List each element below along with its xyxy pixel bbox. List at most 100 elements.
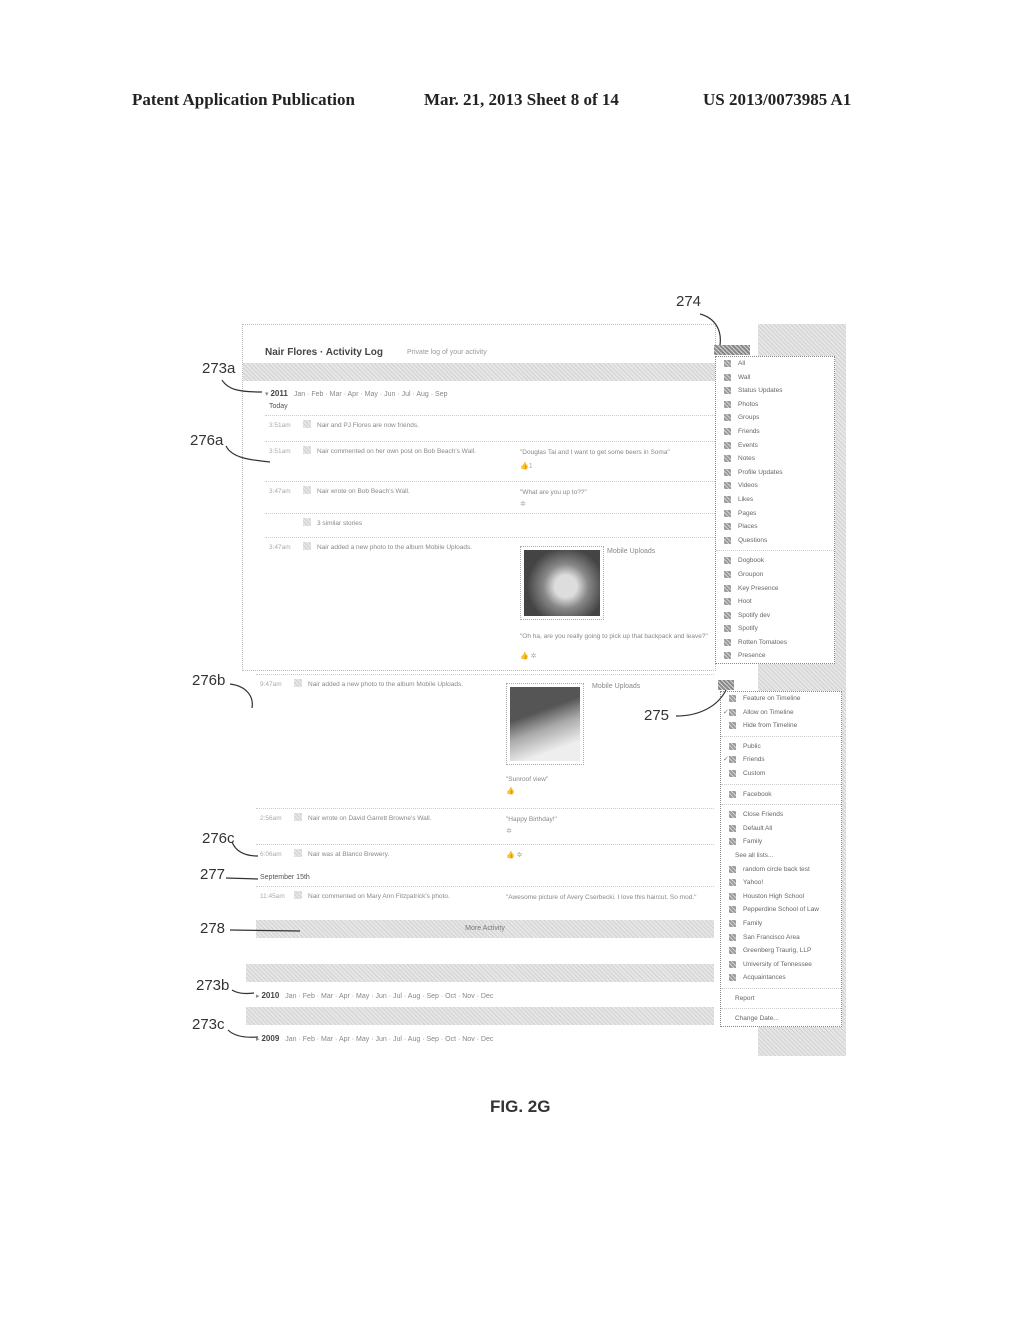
year-2011-nav[interactable]: ▾ 2011 Jan · Feb · Mar · Apr · May · Jun … bbox=[265, 389, 448, 398]
menu-item-label: Allow on Timeline bbox=[743, 708, 794, 716]
random-circle-back-test-icon bbox=[729, 865, 736, 873]
menu-item-custom[interactable]: Custom bbox=[721, 767, 841, 781]
menu-item-san-francisco-area[interactable]: San Francisco Area bbox=[721, 931, 841, 945]
menu-item-label: Spotify dev bbox=[738, 611, 771, 619]
year-2010-months[interactable]: Jan · Feb · Mar · Apr · May · Jun · Jul … bbox=[285, 993, 493, 1000]
menu-item-events[interactable]: Events bbox=[716, 439, 834, 453]
menu-item-university-of-tennessee[interactable]: University of Tennessee bbox=[721, 958, 841, 972]
menu-item-status-updates[interactable]: Status Updates bbox=[716, 384, 834, 398]
menu-item-pepperdine-school-of-law[interactable]: Pepperdine School of Law bbox=[721, 903, 841, 917]
year-2011-months[interactable]: Jan · Feb · Mar · Apr · May · Jun · Jul … bbox=[294, 391, 448, 398]
menu-item-videos[interactable]: Videos bbox=[716, 479, 834, 493]
publication-date-sheet: Mar. 21, 2013 Sheet 8 of 14 bbox=[424, 90, 619, 109]
menu-item-all[interactable]: All bbox=[716, 357, 834, 371]
menu-item-questions[interactable]: Questions bbox=[716, 534, 834, 548]
menu-item-dogbook[interactable]: Dogbook bbox=[716, 554, 834, 568]
photo-album-title[interactable]: Mobile Uploads bbox=[592, 683, 640, 690]
photo-icon bbox=[294, 679, 302, 687]
menu-item-spotify[interactable]: Spotify bbox=[716, 622, 834, 636]
menu-item-groupon[interactable]: Groupon bbox=[716, 568, 834, 582]
year-2009-months[interactable]: Jan · Feb · Mar · Apr · May · Jun · Jul … bbox=[285, 1036, 493, 1043]
menu-item-hoot[interactable]: Hoot bbox=[716, 595, 834, 609]
section-divider bbox=[246, 964, 714, 982]
similar-stories-link[interactable]: 3 similar stories bbox=[317, 520, 362, 527]
row-text[interactable]: Nair wrote on David Garrett Browne's Wal… bbox=[308, 815, 431, 822]
spotify-icon bbox=[724, 625, 731, 633]
stack-icon bbox=[303, 518, 311, 526]
menu-item-feature-on-timeline[interactable]: Feature on Timeline bbox=[721, 692, 841, 706]
menu-item-family[interactable]: Family bbox=[721, 917, 841, 931]
menu-item-default-all[interactable]: Default All bbox=[721, 822, 841, 836]
events-icon bbox=[724, 441, 731, 449]
row-text[interactable]: Nair was at Blanco Brewery. bbox=[308, 851, 389, 858]
menu-item-facebook[interactable]: Facebook bbox=[721, 788, 841, 802]
menu-item-key-presence[interactable]: Key Presence bbox=[716, 582, 834, 596]
filter-menu-trigger[interactable] bbox=[714, 345, 750, 355]
menu-item-acquaintances[interactable]: Acquaintances bbox=[721, 971, 841, 985]
notes-icon bbox=[724, 455, 731, 463]
menu-item-groups[interactable]: Groups bbox=[716, 411, 834, 425]
menu-item-notes[interactable]: Notes bbox=[716, 452, 834, 466]
menu-item-presence[interactable]: Presence bbox=[716, 649, 834, 663]
menu-item-yahoo[interactable]: Yahoo! bbox=[721, 876, 841, 890]
photo-album-title[interactable]: Mobile Uploads bbox=[607, 548, 655, 555]
more-activity-button[interactable]: More Activity bbox=[256, 920, 714, 938]
row-text[interactable]: Nair commented on her own post on Bob Be… bbox=[317, 448, 476, 455]
menu-item-photos[interactable]: Photos bbox=[716, 398, 834, 412]
menu-item-places[interactable]: Places bbox=[716, 520, 834, 534]
menu-item-friends[interactable]: ✓ Friends bbox=[721, 753, 841, 767]
ref-277: 277 bbox=[200, 866, 226, 883]
menu-item-greenberg-traurig-llp[interactable]: Greenberg Traurig, LLP bbox=[721, 944, 841, 958]
menu-item-allow-on-timeline[interactable]: ✓ Allow on Timeline bbox=[721, 706, 841, 720]
row-text[interactable]: Nair added a new photo to the album Mobi… bbox=[317, 544, 472, 551]
public-icon bbox=[729, 742, 736, 750]
photo-thumbnail[interactable] bbox=[506, 683, 584, 765]
menu-item-label: Groups bbox=[738, 414, 760, 422]
menu-item-public[interactable]: Public bbox=[721, 740, 841, 754]
menu-separator bbox=[721, 1008, 841, 1010]
close-friends-icon bbox=[729, 811, 736, 819]
menu-item-close-friends[interactable]: Close Friends bbox=[721, 808, 841, 822]
menu-separator bbox=[721, 783, 841, 785]
menu-item-pages[interactable]: Pages bbox=[716, 507, 834, 521]
page-subtitle: Private log of your activity bbox=[407, 349, 487, 356]
row-comment: "Awesome picture of Avery Cserbecki. I l… bbox=[506, 894, 697, 901]
row-text[interactable]: Nair wrote on Bob Beach's Wall. bbox=[317, 488, 410, 495]
menu-item-see-all-lists[interactable]: See all lists... bbox=[721, 849, 841, 863]
menu-item-label: Facebook bbox=[743, 790, 772, 798]
menu-item-profile-updates[interactable]: Profile Updates bbox=[716, 466, 834, 480]
year-2009-nav[interactable]: ▸ 2009 Jan · Feb · Mar · Apr · May · Jun … bbox=[256, 1034, 493, 1043]
menu-item-change-date[interactable]: Change Date... bbox=[721, 1012, 841, 1026]
row-text[interactable]: Nair and PJ Flores are now friends. bbox=[317, 422, 419, 429]
check-icon: ✓ bbox=[723, 708, 729, 716]
photo-thumbnail[interactable] bbox=[520, 546, 604, 620]
menu-item-friends[interactable]: Friends bbox=[716, 425, 834, 439]
publication-number: US 2013/0073985 A1 bbox=[703, 90, 852, 109]
ref-275: 275 bbox=[644, 707, 670, 724]
menu-item-spotify-dev[interactable]: Spotify dev bbox=[716, 609, 834, 623]
ref-276a: 276a bbox=[190, 432, 224, 449]
menu-item-houston-high-school[interactable]: Houston High School bbox=[721, 890, 841, 904]
menu-item-hide-from-timeline[interactable]: Hide from Timeline bbox=[721, 719, 841, 733]
year-2010-nav[interactable]: ▸ 2010 Jan · Feb · Mar · Apr · May · Jun … bbox=[256, 991, 493, 1000]
photo-icon bbox=[303, 542, 311, 550]
menu-item-rotten-tomatoes[interactable]: Rotten Tomatoes bbox=[716, 636, 834, 650]
menu-separator bbox=[721, 735, 841, 737]
privacy-menu-trigger[interactable] bbox=[718, 680, 734, 690]
menu-item-label: Places bbox=[738, 523, 758, 531]
row-text[interactable]: Nair commented on Mary Ann Fitzpatrick's… bbox=[308, 893, 450, 900]
figure-label: FIG. 2G bbox=[490, 1097, 551, 1116]
similar-stories-row[interactable]: 3 similar stories bbox=[265, 513, 715, 534]
menu-item-report[interactable]: Report bbox=[721, 992, 841, 1006]
row-time: 3:51am bbox=[269, 422, 291, 429]
menu-item-wall[interactable]: Wall bbox=[716, 371, 834, 385]
menu-item-likes[interactable]: Likes bbox=[716, 493, 834, 507]
photo-icon bbox=[294, 891, 302, 899]
questions-icon bbox=[724, 536, 731, 544]
menu-item-random-circle-back-test[interactable]: random circle back test bbox=[721, 863, 841, 877]
dogbook-icon bbox=[724, 557, 731, 565]
menu-item-label: Questions bbox=[738, 536, 768, 544]
menu-item-family[interactable]: Family bbox=[721, 835, 841, 849]
row-text[interactable]: Nair added a new photo to the album Mobi… bbox=[308, 681, 463, 688]
menu-item-label: Rotten Tomatoes bbox=[738, 638, 788, 646]
